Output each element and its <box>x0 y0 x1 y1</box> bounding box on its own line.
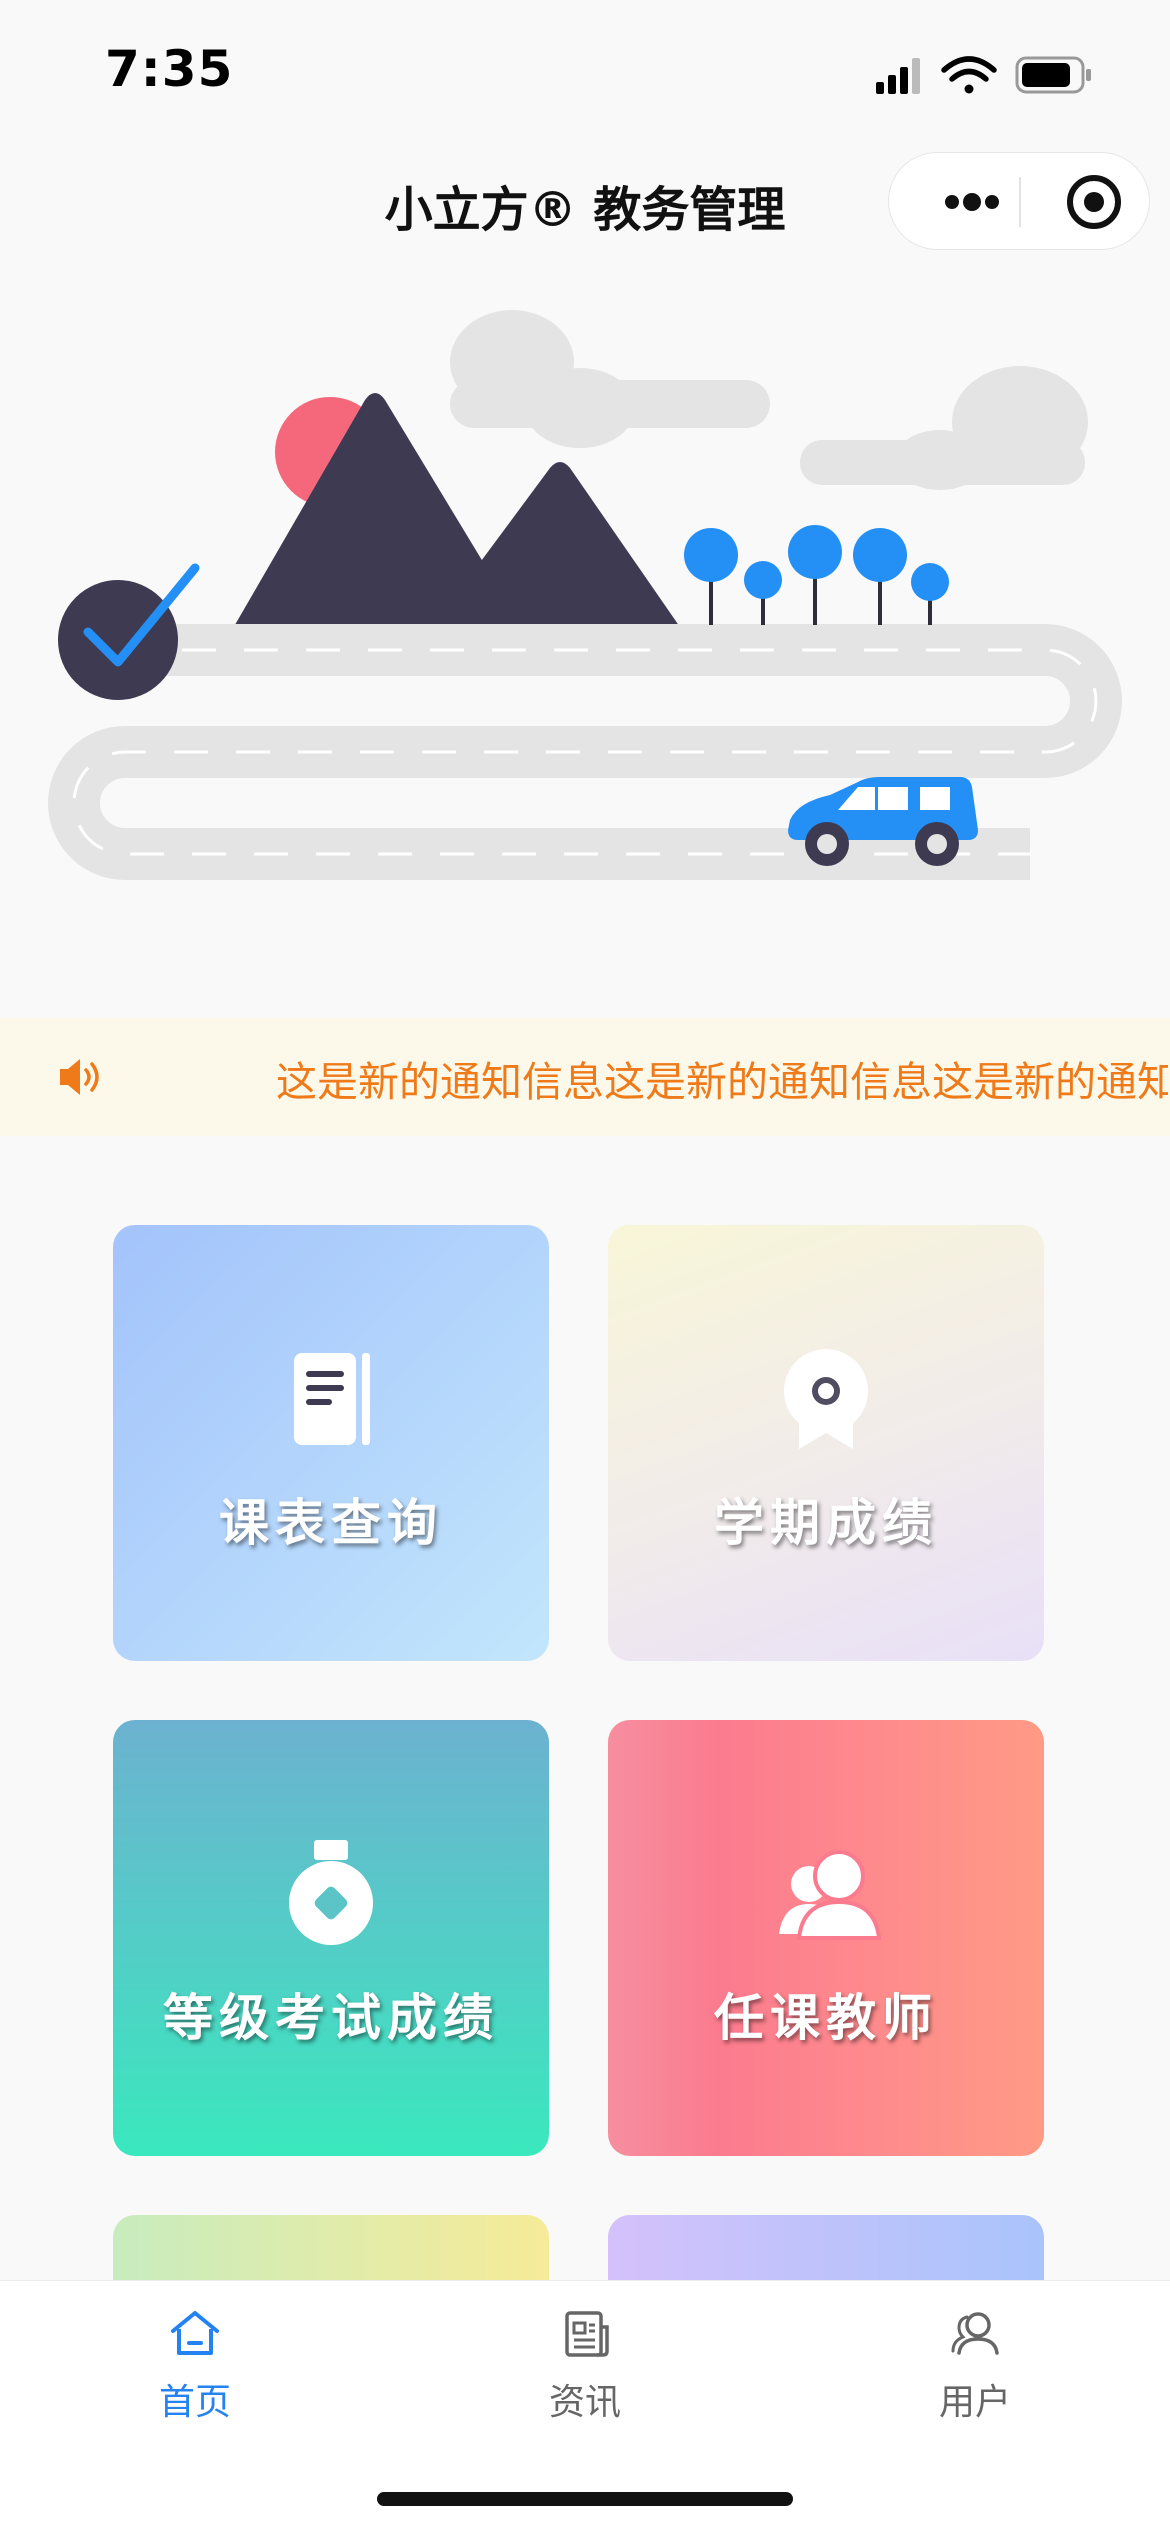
tab-home[interactable]: 首页 <box>0 2281 390 2451</box>
signal-icon <box>876 58 920 94</box>
app-screen: 7:35 小立方® 教务管理 这是新的通知信息这是新的通知信息这是新的通知 课表… <box>0 0 1170 2532</box>
tile-label: 学期成绩 <box>714 1494 938 1552</box>
tile-teachers[interactable]: 任课教师 <box>608 1720 1044 2156</box>
status-bar: 7:35 <box>0 0 1170 140</box>
notebook-icon <box>294 1353 370 1445</box>
tab-news[interactable]: 资讯 <box>390 2281 780 2451</box>
tile-schedule-query[interactable]: 课表查询 <box>113 1225 549 1661</box>
tab-user[interactable]: 用户 <box>780 2281 1170 2451</box>
navigation-bar: 小立方® 教务管理 <box>0 140 1170 265</box>
tile-label: 课表查询 <box>219 1494 443 1552</box>
checkmark-badge-icon <box>58 563 200 700</box>
tab-label: 用户 <box>938 2382 1011 2423</box>
tile-level-exam-grades[interactable]: 等级考试成绩 <box>113 1720 549 2156</box>
battery-icon <box>1015 56 1091 94</box>
close-miniprogram-icon[interactable] <box>1049 153 1139 251</box>
tile-label: 任课教师 <box>714 1989 938 2047</box>
tab-label: 首页 <box>158 2382 231 2423</box>
capsule-divider <box>1019 177 1021 227</box>
status-time: 7:35 <box>105 40 234 98</box>
status-icons <box>876 56 1091 94</box>
cloud-illustration <box>450 310 1088 490</box>
news-icon <box>565 2311 609 2357</box>
wifi-icon <box>941 56 997 94</box>
teachers-icon <box>779 1850 881 1940</box>
award-badge-icon <box>784 1349 868 1449</box>
notice-clip: 这是新的通知信息这是新的通知信息这是新的通知信息这是新的通知信息 <box>0 1018 1168 1136</box>
speaker-icon <box>60 1059 99 1095</box>
more-menu-icon[interactable] <box>927 153 1017 251</box>
medal-icon <box>289 1840 373 1945</box>
trees-illustration <box>684 525 949 625</box>
notice-text: 这是新的通知信息这是新的通知信息这是新的通知信息这是新的通知信息 <box>276 1058 1168 1106</box>
tile-label: 等级考试成绩 <box>163 1989 499 2047</box>
banner-illustration <box>48 310 1122 880</box>
notice-bar[interactable]: 这是新的通知信息这是新的通知信息这是新的通知信息这是新的通知信息 <box>0 1018 1170 1136</box>
miniprogram-capsule <box>888 152 1150 250</box>
tab-label: 资讯 <box>548 2382 621 2423</box>
home-indicator <box>377 2492 793 2506</box>
user-icon <box>951 2312 999 2355</box>
home-icon <box>171 2311 219 2355</box>
tile-semester-grades[interactable]: 学期成绩 <box>608 1225 1044 1661</box>
